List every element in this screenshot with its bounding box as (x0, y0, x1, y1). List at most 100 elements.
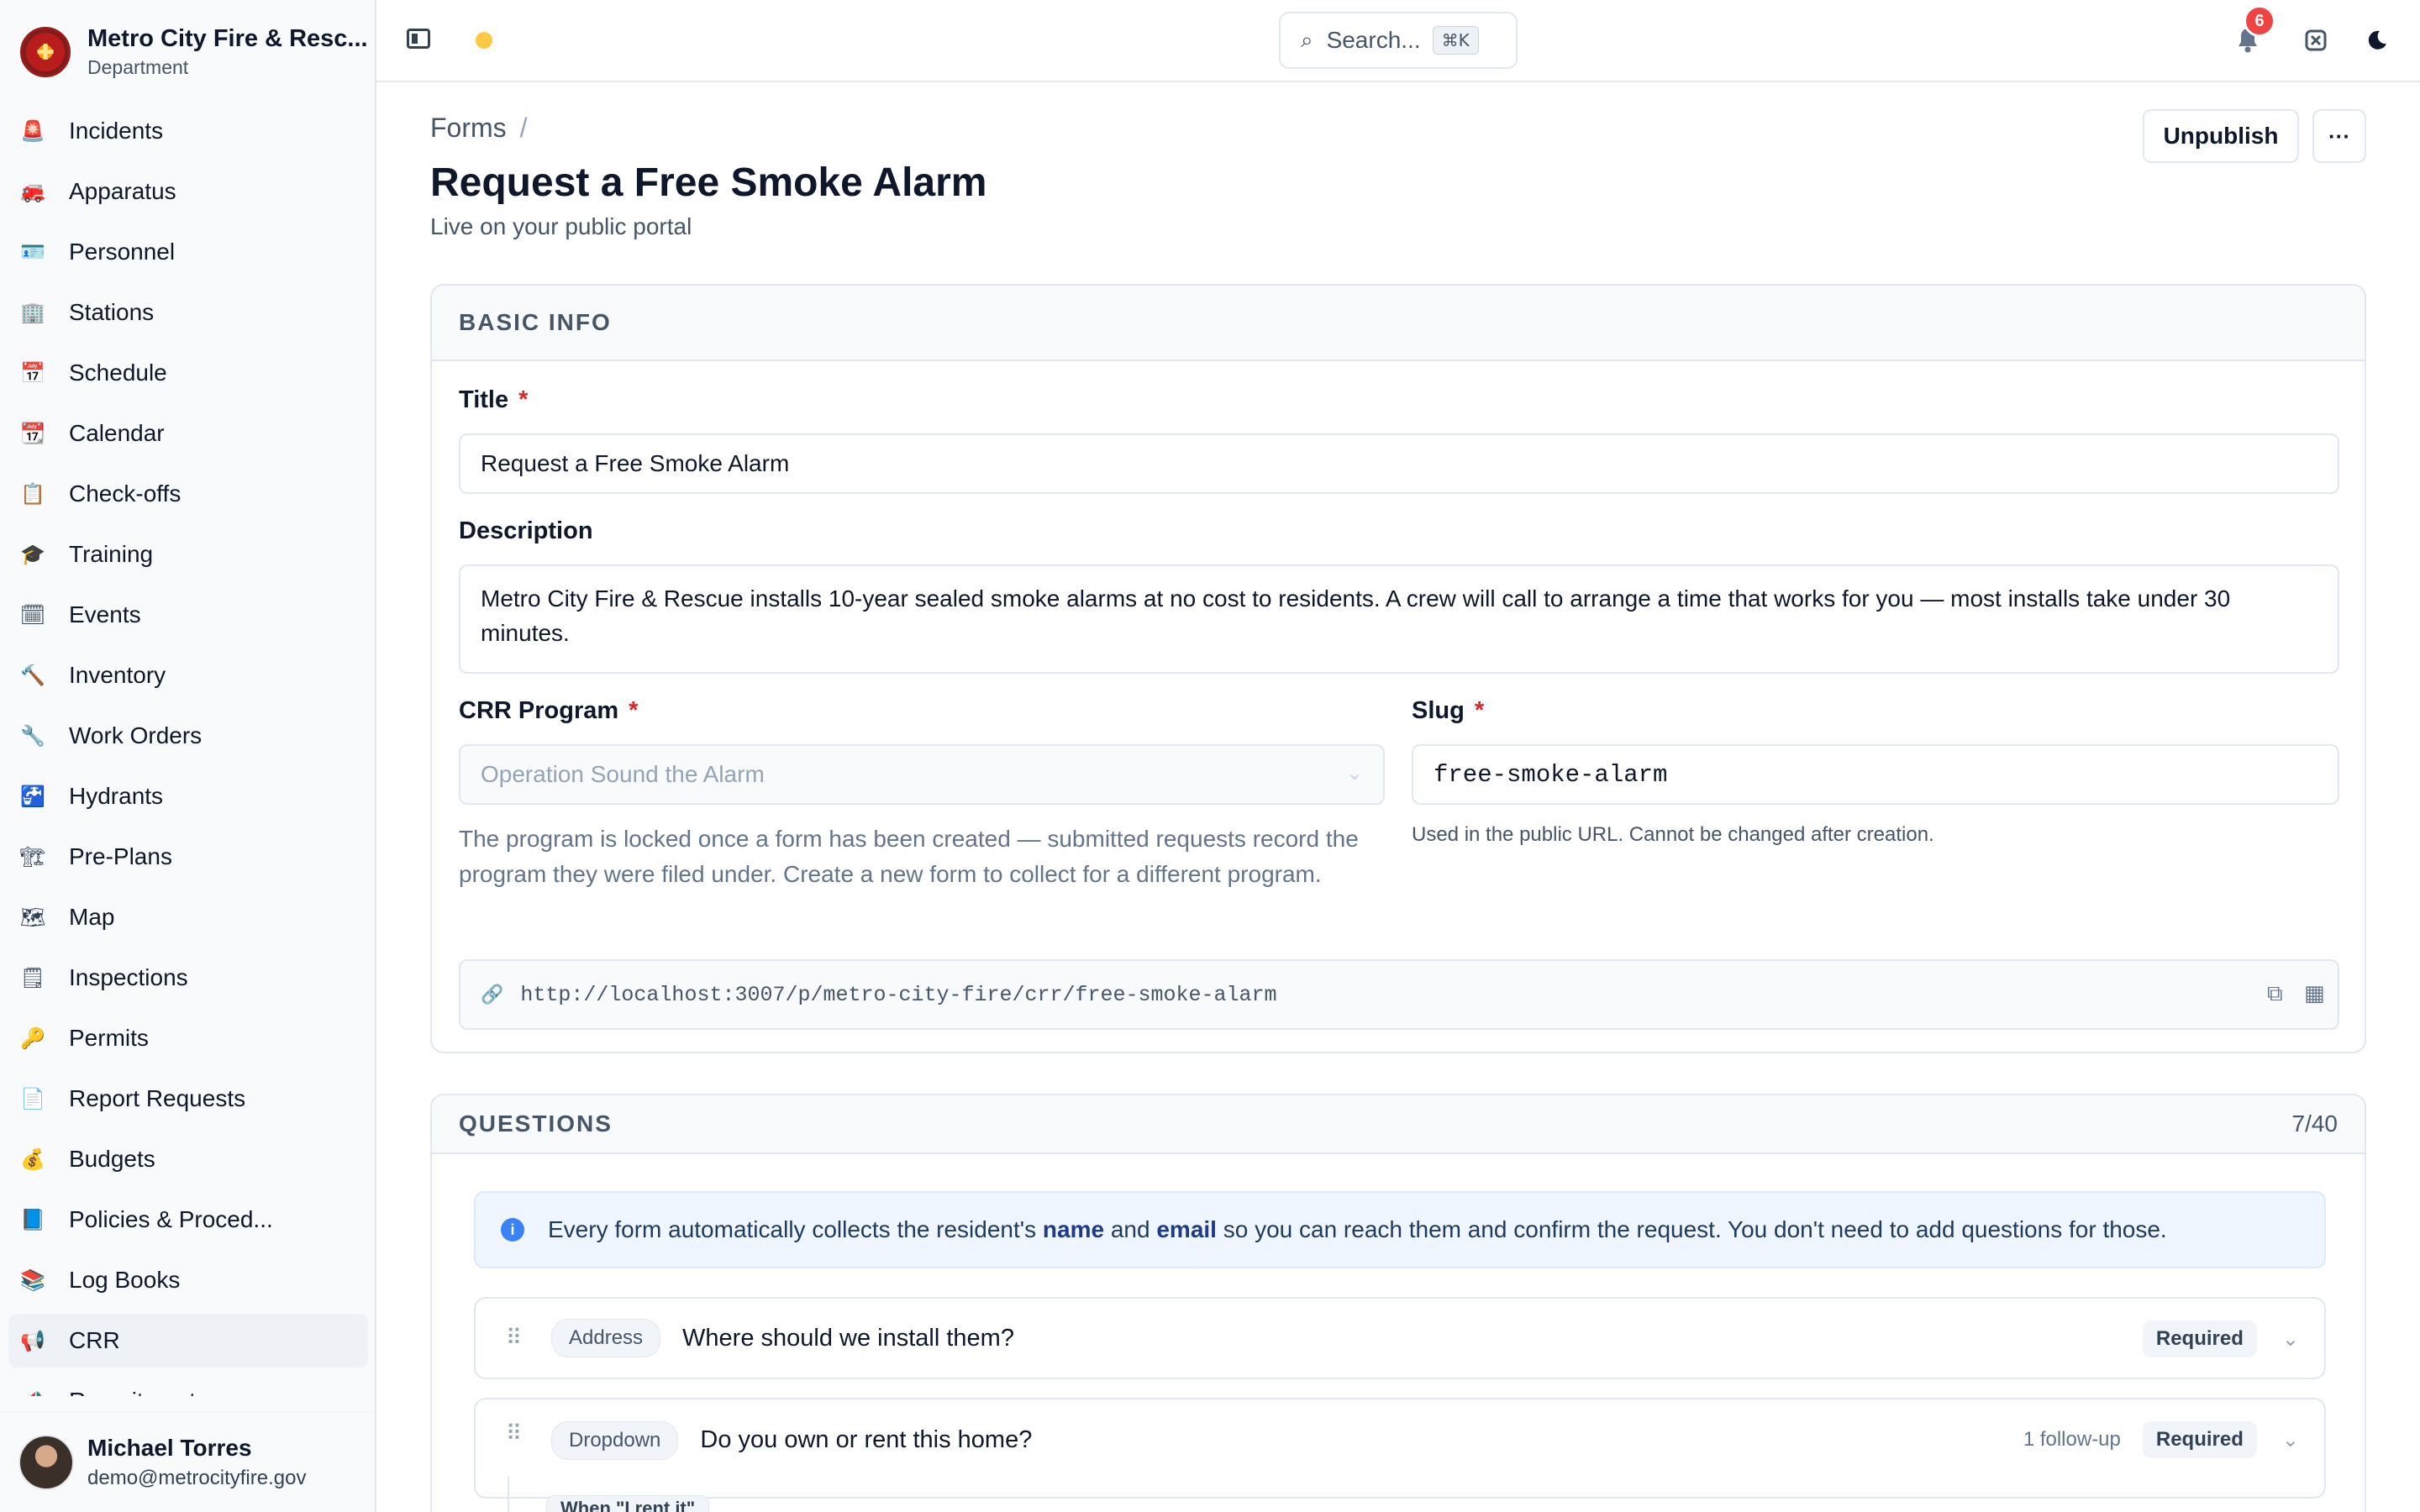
user-name: Michael Torres (87, 1434, 252, 1461)
sidebar-item-hydrants[interactable]: 🚰 Hydrants (8, 769, 368, 823)
sidebar-item-icon: 🏢 (20, 301, 45, 324)
drag-handle-icon[interactable]: ⠿ (506, 1421, 526, 1446)
link-icon: 🔗 (481, 984, 504, 1005)
chevron-down-icon: ⌄ (1345, 761, 1363, 785)
status-dot-icon (476, 32, 492, 49)
page-title: Request a Free Smoke Alarm (430, 160, 987, 205)
slug-input[interactable]: free-smoke-alarm (1412, 744, 2339, 805)
description-textarea[interactable]: Metro City Fire & Rescue installs 10-yea… (459, 564, 2339, 674)
copy-icon[interactable]: ⧉ (2267, 981, 2283, 1007)
crr-program-select: Operation Sound the Alarm ⌄ (459, 744, 1385, 805)
question-row[interactable]: ⠿ Address Where should we install them? … (474, 1297, 2326, 1379)
sidebar-item-label: Budgets (69, 1146, 155, 1172)
sidebar-item-policies-proced[interactable]: 📘 Policies & Proced... (8, 1193, 368, 1247)
slug-label-text: Slug (1412, 697, 1465, 724)
description-value: Metro City Fire & Rescue installs 10-yea… (481, 585, 2231, 646)
title-label-text: Title (459, 386, 509, 413)
dark-mode-moon-icon[interactable] (2360, 24, 2393, 57)
breadcrumb-forms-link[interactable]: Forms (430, 113, 507, 143)
sidebar-item-label: Events (69, 601, 141, 627)
sidebar-item-icon: 📢 (20, 1329, 45, 1352)
settings-cross-icon[interactable] (2299, 24, 2333, 57)
info-text: Every form automatically collects the re… (548, 1216, 2167, 1242)
auto-collect-info: i Every form automatically collects the … (474, 1191, 2326, 1268)
sidebar-item-incidents[interactable]: 🚨 Incidents (8, 104, 368, 158)
sidebar-item-check-offs[interactable]: 📋 Check-offs (8, 467, 368, 521)
sidebar-item-calendar[interactable]: 📆 Calendar (8, 407, 368, 460)
sidebar-item-training[interactable]: 🎓 Training (8, 528, 368, 581)
sidebar-item-icon: 📚 (20, 1268, 45, 1292)
sidebar-item-label: Map (69, 904, 115, 930)
sidebar-item-report-requests[interactable]: 📄 Report Requests (8, 1072, 368, 1126)
sidebar-item-crr[interactable]: 📢 CRR (8, 1314, 368, 1368)
sidebar-item-log-books[interactable]: 📚 Log Books (8, 1253, 368, 1307)
org-switcher[interactable]: Metro City Fire & Resc... Department (20, 20, 368, 84)
title-input[interactable]: Request a Free Smoke Alarm (459, 433, 2339, 494)
sidebar-item-events[interactable]: 🗓 Events (8, 588, 368, 642)
sidebar-item-label: Apparatus (69, 178, 176, 204)
sidebar-item-label: Personnel (69, 239, 176, 265)
question-row[interactable]: ⠿ Dropdown Do you own or rent this home?… (474, 1398, 2326, 1499)
crr-program-label: CRR Program * (459, 697, 638, 725)
sidebar-item-icon: 🗒 (19, 966, 46, 990)
sidebar-item-icon: 📅 (20, 361, 45, 385)
questions-count: 7/40 (2291, 1110, 2338, 1137)
search-button[interactable]: ⌕ Search... ⌘K (1279, 12, 1518, 69)
sidebar-item-inspections[interactable]: 🗒 Inspections (8, 951, 368, 1005)
sidebar-item-icon: 🚒 (20, 180, 45, 203)
page-subtitle: Live on your public portal (430, 213, 692, 239)
sidebar-item-inventory[interactable]: 🔨 Inventory (8, 648, 368, 702)
sidebar-item-icon: 🔑 (20, 1026, 45, 1050)
sidebar-item-label: Log Books (69, 1267, 181, 1293)
sidebar-toggle-icon[interactable] (407, 29, 430, 49)
qr-code-icon[interactable]: ▦ (2304, 981, 2325, 1006)
chevron-down-icon[interactable]: ⌄ (2282, 1327, 2299, 1351)
public-url-box: 🔗 http://localhost:3007/p/metro-city-fir… (459, 959, 2339, 1030)
search-icon: ⌕ (1301, 27, 1313, 53)
sidebar-item-label: Stations (69, 299, 155, 325)
sidebar-item-icon: 🚨 (20, 119, 45, 143)
question-type-pill: Address (551, 1319, 661, 1357)
sidebar-item-icon: 🔧 (20, 724, 45, 748)
org-subtitle: Department (87, 56, 189, 78)
sidebar-item-icon: 📆 (20, 422, 45, 445)
search-placeholder: Search... (1326, 27, 1421, 53)
sidebar-item-label: Training (69, 541, 154, 567)
question-type-pill: Dropdown (551, 1421, 679, 1460)
sidebar-item-label: Recruitment (69, 1388, 196, 1396)
user-profile[interactable]: Michael Torres demo@metrocityfire.gov (0, 1411, 375, 1512)
sidebar-item-schedule[interactable]: 📅 Schedule (8, 346, 368, 400)
question-text: Where should we install them? (682, 1324, 1014, 1352)
sidebar-nav: 🚨 Incidents 🚒 Apparatus 🪪 Personnel 🏢 Stations 📅… (8, 104, 368, 1396)
sidebar-item-map[interactable]: 🗺 Map (8, 890, 368, 944)
followup-count: 1 follow-up (2023, 1428, 2121, 1451)
sidebar-item-stations[interactable]: 🏢 Stations (8, 286, 368, 339)
required-badge: Required (2142, 1421, 2257, 1458)
sidebar-item-icon: 🏗 (19, 845, 46, 869)
question-text: Do you own or rent this home? (700, 1426, 1033, 1453)
sidebar-item-icon: 🎓 (20, 543, 45, 566)
more-options-button[interactable]: ··· (2312, 109, 2366, 163)
sidebar-item-work-orders[interactable]: 🔧 Work Orders (8, 709, 368, 763)
questions-header: QUESTIONS 7/40 (432, 1095, 2365, 1154)
sidebar-item-icon: 📋 (20, 482, 45, 506)
sidebar-item-pre-plans[interactable]: 🏗 Pre-Plans (8, 830, 368, 884)
public-url[interactable]: http://localhost:3007/p/metro-city-fire/… (520, 983, 1276, 1007)
sidebar-item-budgets[interactable]: 💰 Budgets (8, 1132, 368, 1186)
basic-info-title: BASIC INFO (459, 309, 612, 335)
sidebar-item-apparatus[interactable]: 🚒 Apparatus (8, 165, 368, 218)
sidebar-item-icon: 🔨 (20, 664, 45, 687)
required-asterisk: * (1474, 697, 1485, 724)
sidebar-item-recruitment[interactable]: 📣 Recruitment (8, 1374, 368, 1396)
sidebar-item-icon: 📄 (20, 1087, 45, 1110)
sidebar-item-permits[interactable]: 🔑 Permits (8, 1011, 368, 1065)
chevron-down-icon[interactable]: ⌄ (2282, 1428, 2299, 1452)
sidebar-item-label: Policies & Proced... (69, 1206, 273, 1232)
drag-handle-icon[interactable]: ⠿ (506, 1326, 526, 1351)
sidebar-item-icon: 📘 (20, 1208, 45, 1231)
sidebar-item-personnel[interactable]: 🪪 Personnel (8, 225, 368, 279)
followup-connector (508, 1477, 509, 1512)
sidebar-item-label: Hydrants (69, 783, 164, 809)
unpublish-button[interactable]: Unpublish (2143, 109, 2299, 163)
crr-program-help: The program is locked once a form has be… (459, 826, 1359, 887)
